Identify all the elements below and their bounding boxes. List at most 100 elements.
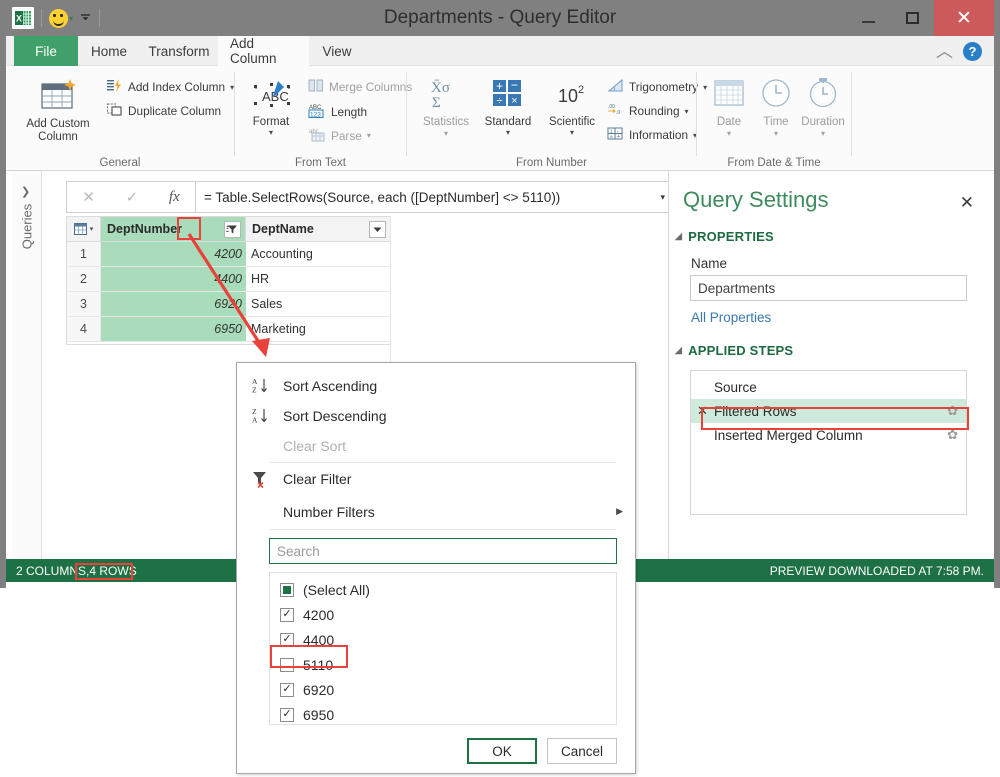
applied-step-source[interactable]: Source xyxy=(691,375,966,399)
checkbox-label: 5110 xyxy=(303,657,333,673)
menu-item-clear-filter[interactable]: Clear Filter xyxy=(237,464,637,493)
svg-text:A: A xyxy=(252,415,258,424)
column-header-deptnumber[interactable]: DeptNumber xyxy=(101,217,246,241)
fx-icon[interactable]: fx xyxy=(169,189,180,206)
cancel-button[interactable]: Cancel xyxy=(547,738,617,764)
status-columns-count: 2 COLUMNS, xyxy=(16,564,89,578)
chevron-right-icon[interactable]: ▶ xyxy=(616,506,623,517)
duplicate-column-button[interactable]: Duplicate Column xyxy=(106,102,221,120)
properties-section-header[interactable]: ◢ PROPERTIES xyxy=(675,229,774,244)
parse-button: abc Parse ▾ xyxy=(308,126,371,145)
applied-steps-section-header[interactable]: ◢ APPLIED STEPS xyxy=(675,343,793,358)
table-row[interactable]: 4 6950 Marketing xyxy=(66,317,391,342)
trigonometry-button[interactable]: Trigonometry ▾ xyxy=(607,78,707,96)
gear-icon[interactable]: ✿ xyxy=(947,403,958,419)
checkbox-unchecked-icon[interactable] xyxy=(280,658,294,672)
scientific-icon: 10 2 xyxy=(552,76,592,116)
gear-icon[interactable]: ✿ xyxy=(947,427,958,443)
cell-deptnumber[interactable]: 4200 xyxy=(101,242,246,266)
cell-deptnumber[interactable]: 6920 xyxy=(101,292,246,316)
checkbox-row-4200[interactable]: ✓ 4200 xyxy=(270,602,616,627)
checkbox-row-5110[interactable]: 5110 xyxy=(270,652,616,677)
checkbox-row-6950[interactable]: ✓ 6950 xyxy=(270,702,616,727)
smiley-icon[interactable]: ▾ xyxy=(49,9,73,28)
close-icon[interactable]: ✕ xyxy=(697,403,714,419)
chevron-down-icon[interactable]: ▾ xyxy=(269,129,273,137)
minimize-icon[interactable] xyxy=(846,0,890,36)
table-icon[interactable]: ▾ xyxy=(67,217,101,241)
rounding-button[interactable]: .00 .0 Rounding ▾ xyxy=(607,102,689,120)
tab-file[interactable]: File xyxy=(14,36,78,66)
all-properties-link[interactable]: All Properties xyxy=(691,310,771,325)
column-header-deptname[interactable]: DeptName xyxy=(246,217,390,241)
close-icon[interactable]: ✕ xyxy=(960,193,974,213)
chevron-down-icon: ▾ xyxy=(367,131,371,140)
checkbox-row-select-all[interactable]: (Select All) xyxy=(270,577,616,602)
help-icon[interactable]: ? xyxy=(963,42,982,61)
table-row[interactable]: 3 6920 Sales xyxy=(66,292,391,317)
checkbox-row-6920[interactable]: ✓ 6920 xyxy=(270,677,616,702)
close-icon[interactable]: ✕ xyxy=(82,188,95,206)
triangle-collapse-icon[interactable]: ◢ xyxy=(675,345,682,356)
search-input[interactable]: Search xyxy=(269,538,617,564)
chevron-down-icon[interactable]: ▾ xyxy=(660,192,665,203)
checkbox-checked-icon[interactable]: ✓ xyxy=(280,633,294,647)
svg-text:X: X xyxy=(16,14,22,24)
applied-step-filtered-rows[interactable]: ✕ Filtered Rows ✿ xyxy=(691,399,966,423)
information-button[interactable]: 1 a - + Information ▾ xyxy=(607,126,697,144)
scientific-button[interactable]: 10 2 Scientific ▾ xyxy=(540,76,604,137)
tab-add-column[interactable]: Add Column xyxy=(218,36,309,66)
cell-deptname[interactable]: Accounting xyxy=(246,242,390,266)
merge-columns-icon xyxy=(308,78,324,95)
query-settings-pane: Query Settings ✕ ◢ PROPERTIES Name Depar… xyxy=(668,171,988,559)
sort-ascending-icon: A Z xyxy=(237,377,283,395)
cell-deptname[interactable]: Marketing xyxy=(246,317,390,341)
table-row[interactable]: 1 4200 Accounting xyxy=(66,242,391,267)
chevron-up-icon[interactable]: ︿ xyxy=(936,43,953,60)
checkbox-row-4400[interactable]: ✓ 4400 xyxy=(270,627,616,652)
formula-bar: ✕ ✓ fx = Table.SelectRows(Source, each (… xyxy=(66,181,674,213)
formula-input[interactable]: = Table.SelectRows(Source, each ([DeptNu… xyxy=(196,181,674,213)
standard-button[interactable]: + − ÷ × Standard ▾ xyxy=(477,76,539,137)
chevron-down-icon[interactable]: ▾ xyxy=(570,129,574,137)
close-icon[interactable]: ✕ xyxy=(934,0,994,36)
chevron-down-icon[interactable] xyxy=(369,221,386,238)
table-row[interactable]: 2 4400 HR xyxy=(66,267,391,292)
chevron-down-icon[interactable]: ▾ xyxy=(685,107,689,116)
menu-item-sort-ascending[interactable]: A Z Sort Ascending xyxy=(237,371,637,400)
tab-home[interactable]: Home xyxy=(78,36,140,66)
add-index-column-button[interactable]: Add Index Column ▾ xyxy=(106,78,234,96)
add-index-column-label: Add Index Column xyxy=(128,80,225,94)
check-icon[interactable]: ✓ xyxy=(126,188,139,206)
checkbox-partial-icon[interactable] xyxy=(280,583,294,597)
cell-deptname[interactable]: HR xyxy=(246,267,390,291)
ribbon-group-label-from-number: From Number xyxy=(407,157,696,169)
length-button[interactable]: ABC 123 Length xyxy=(308,102,367,121)
chevron-down-icon[interactable] xyxy=(79,12,92,24)
format-button[interactable]: ABC Format ▾ xyxy=(240,78,302,137)
applied-steps-header-label: APPLIED STEPS xyxy=(688,343,793,358)
chevron-down-icon[interactable]: ▾ xyxy=(506,129,510,137)
menu-item-number-filters[interactable]: Number Filters ▶ xyxy=(237,497,637,526)
queries-rail[interactable]: ❯ Queries xyxy=(12,171,42,559)
cell-deptnumber[interactable]: 6950 xyxy=(101,317,246,341)
add-custom-column-button[interactable]: Add Custom Column xyxy=(18,76,98,145)
ok-button[interactable]: OK xyxy=(467,738,537,764)
query-name-input[interactable]: Departments xyxy=(690,275,967,301)
rounding-label: Rounding xyxy=(629,104,680,118)
menu-divider xyxy=(270,462,615,463)
menu-divider-2 xyxy=(270,529,615,530)
checkbox-checked-icon[interactable]: ✓ xyxy=(280,708,294,722)
status-preview-time: PREVIEW DOWNLOADED AT 7:58 PM. xyxy=(770,564,984,578)
cell-deptnumber[interactable]: 4400 xyxy=(101,267,246,291)
menu-item-sort-descending[interactable]: Z A Sort Descending xyxy=(237,401,637,430)
filter-applied-icon[interactable] xyxy=(224,221,241,238)
triangle-collapse-icon[interactable]: ◢ xyxy=(675,231,682,242)
applied-step-inserted-merged-column[interactable]: Inserted Merged Column ✿ xyxy=(691,423,966,447)
maximize-icon[interactable] xyxy=(890,0,934,36)
tab-transform[interactable]: Transform xyxy=(140,36,218,66)
tab-view[interactable]: View xyxy=(309,36,365,66)
checkbox-checked-icon[interactable]: ✓ xyxy=(280,683,294,697)
cell-deptname[interactable]: Sales xyxy=(246,292,390,316)
checkbox-checked-icon[interactable]: ✓ xyxy=(280,608,294,622)
